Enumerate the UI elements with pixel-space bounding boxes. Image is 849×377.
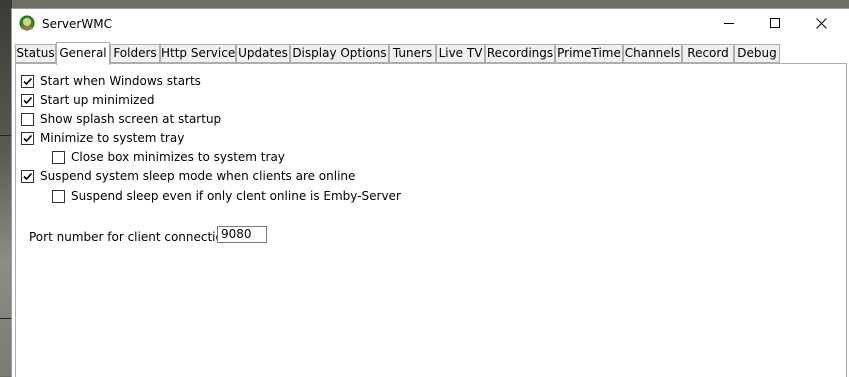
start-with-windows-checkbox[interactable]	[21, 74, 34, 88]
splash-screen-checkbox[interactable]	[21, 112, 34, 126]
general-tab-panel: Start when Windows starts Start up minim…	[15, 63, 847, 377]
tab-recordings[interactable]: Recordings	[485, 44, 555, 63]
tab-display-options[interactable]: Display Options	[290, 44, 389, 63]
option-label: Show splash screen at startup	[40, 112, 222, 126]
option-label: Suspend system sleep mode when clients a…	[40, 169, 356, 183]
minimize-to-tray-option[interactable]: Minimize to system tray	[21, 130, 184, 146]
port-number-label: Port number for client connection:	[29, 230, 235, 244]
tab-status[interactable]: Status	[15, 44, 56, 63]
tab-tuners[interactable]: Tuners	[389, 44, 436, 63]
checkmark-icon	[23, 172, 33, 180]
close-button[interactable]	[798, 9, 844, 39]
option-label: Minimize to system tray	[40, 131, 185, 145]
start-minimized-option[interactable]: Start up minimized	[21, 92, 154, 108]
minimize-icon	[723, 23, 734, 24]
option-label: Suspend sleep even if only clent online …	[71, 189, 401, 203]
app-window: ServerWMC Status General Folders Http Se…	[11, 8, 849, 377]
option-label: Start when Windows starts	[40, 74, 201, 88]
checkmark-icon	[23, 134, 33, 142]
start-minimized-checkbox[interactable]	[21, 93, 34, 107]
start-with-windows-option[interactable]: Start when Windows starts	[21, 73, 201, 89]
minimize-button[interactable]	[706, 9, 752, 39]
tab-http-service[interactable]: Http Service	[160, 44, 236, 63]
tab-record[interactable]: Record	[682, 44, 734, 63]
close-box-minimizes-option[interactable]: Close box minimizes to system tray	[52, 149, 285, 165]
title-bar[interactable]: ServerWMC	[12, 9, 849, 41]
tab-updates[interactable]: Updates	[236, 44, 290, 63]
option-label: Close box minimizes to system tray	[71, 150, 285, 164]
suspend-sleep-emby-option[interactable]: Suspend sleep even if only clent online …	[52, 188, 401, 204]
serverwmc-app-icon	[19, 15, 35, 31]
option-label: Start up minimized	[40, 93, 155, 107]
tab-channels[interactable]: Channels	[623, 44, 682, 63]
maximize-button[interactable]	[752, 9, 798, 39]
port-number-input[interactable]: 9080	[217, 226, 267, 243]
minimize-to-tray-checkbox[interactable]	[21, 131, 34, 145]
window-title: ServerWMC	[42, 17, 112, 31]
tab-general[interactable]: General	[56, 42, 110, 65]
tab-folders[interactable]: Folders	[110, 44, 160, 63]
close-icon	[815, 18, 827, 29]
splash-screen-option[interactable]: Show splash screen at startup	[21, 111, 221, 127]
tab-debug[interactable]: Debug	[734, 44, 780, 63]
tab-live-tv[interactable]: Live TV	[436, 44, 485, 63]
tab-strip: Status General Folders Http Service Upda…	[12, 42, 849, 65]
suspend-sleep-option[interactable]: Suspend system sleep mode when clients a…	[21, 168, 355, 184]
checkmark-icon	[23, 96, 33, 104]
checkmark-icon	[23, 77, 33, 85]
close-box-minimizes-checkbox[interactable]	[52, 150, 65, 164]
maximize-icon	[769, 18, 780, 28]
tab-primetime[interactable]: PrimeTime	[555, 44, 623, 63]
suspend-sleep-checkbox[interactable]	[21, 169, 34, 183]
suspend-sleep-emby-checkbox[interactable]	[52, 189, 65, 203]
